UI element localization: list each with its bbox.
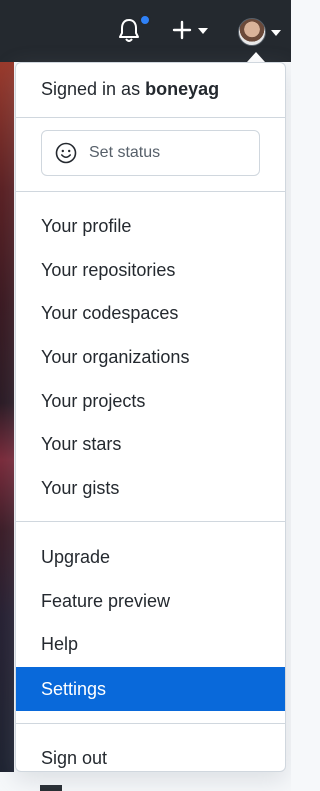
background-element — [40, 785, 62, 791]
menu-item-your-stars[interactable]: Your stars — [16, 424, 285, 464]
menu-item-your-codespaces[interactable]: Your codespaces — [16, 293, 285, 333]
menu-item-your-repositories[interactable]: Your repositories — [16, 250, 285, 290]
menu-item-settings[interactable]: Settings — [16, 667, 285, 711]
divider — [16, 521, 285, 522]
plus-icon[interactable] — [172, 20, 192, 40]
menu-item-your-profile[interactable]: Your profile — [16, 206, 285, 246]
menu-item-your-gists[interactable]: Your gists — [16, 468, 285, 508]
background-page — [0, 62, 14, 772]
menu-item-your-organizations[interactable]: Your organizations — [16, 337, 285, 377]
signed-in-prefix: Signed in as — [41, 79, 141, 99]
user-dropdown-menu: Signed in as boneyag Set status Your pro… — [15, 62, 286, 772]
caret-down-icon[interactable] — [198, 28, 208, 34]
dropdown-pointer — [247, 52, 265, 62]
set-status-button[interactable]: Set status — [41, 130, 260, 176]
sign-out-button[interactable]: Sign out — [16, 738, 285, 778]
username: boneyag — [145, 79, 220, 99]
bell-icon[interactable] — [118, 18, 140, 44]
menu-item-upgrade[interactable]: Upgrade — [16, 537, 285, 577]
page: Signed in as boneyag Set status Your pro… — [0, 0, 291, 791]
menu-item-help[interactable]: Help — [16, 624, 285, 664]
notification-indicator — [139, 14, 151, 26]
divider — [16, 117, 285, 118]
divider — [16, 191, 285, 192]
menu-item-your-projects[interactable]: Your projects — [16, 381, 285, 421]
avatar[interactable] — [238, 18, 266, 46]
menu-item-feature-preview[interactable]: Feature preview — [16, 581, 285, 621]
caret-down-icon[interactable] — [271, 30, 281, 36]
set-status-label: Set status — [89, 144, 161, 161]
smiley-icon — [55, 142, 77, 164]
divider — [16, 723, 285, 724]
signed-in-text: Signed in as boneyag — [41, 79, 219, 100]
